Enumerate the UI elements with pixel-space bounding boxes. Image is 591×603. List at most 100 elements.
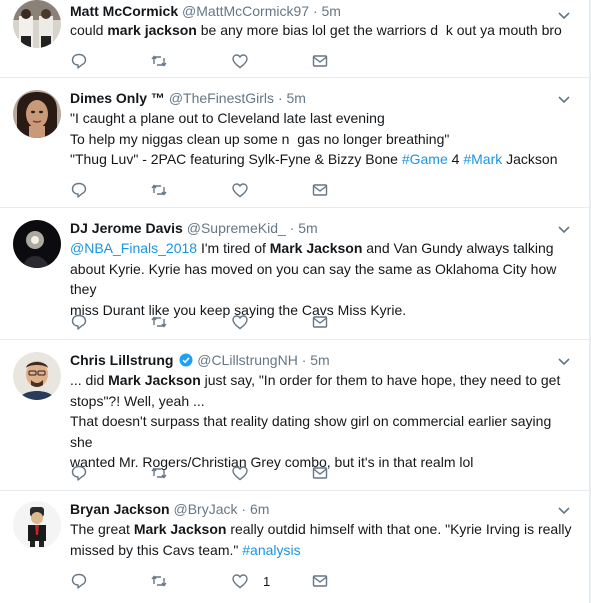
like-button[interactable]: [231, 51, 263, 71]
envelope-icon: [312, 575, 328, 587]
retweet-button[interactable]: [150, 571, 168, 591]
tweet-text: "I caught a plane out to Cleveland late …: [70, 108, 575, 170]
chevron-down-icon[interactable]: [558, 12, 570, 20]
text-span: [438, 22, 446, 38]
text-span: missed by this Cavs team.": [70, 541, 243, 558]
text-span: To help my niggas clean up some n: [70, 130, 290, 147]
display-name[interactable]: DJ Jerome Davis: [70, 220, 183, 236]
tweet[interactable]: Dimes Only ™ @TheFinestGirls · 5m "I cau…: [0, 78, 590, 208]
text-span: stops"?! Well, yeah ...: [70, 392, 205, 409]
timestamp[interactable]: 5m: [322, 3, 341, 19]
heart-icon: [232, 183, 248, 198]
username[interactable]: @TheFinestGirls: [169, 90, 274, 106]
text-span: I'm tired of: [197, 240, 270, 256]
text-line: The great Mark Jackson really outdid him…: [70, 519, 575, 540]
retweet-button[interactable]: [150, 51, 168, 71]
text-line: about Kyrie. Kyrie has moved on you can …: [70, 259, 575, 300]
username[interactable]: @SupremeKid_: [187, 220, 286, 236]
like-button[interactable]: [231, 463, 263, 483]
text-span: about Kyrie. Kyrie has moved on you can …: [70, 260, 557, 298]
separator-dot: ·: [277, 90, 283, 106]
tweet[interactable]: Chris Lillstrung @CLillstrungNH · 5m ...…: [0, 340, 590, 491]
tweet-header: Dimes Only ™ @TheFinestGirls · 5m: [70, 89, 306, 107]
chevron-down-icon[interactable]: [558, 96, 570, 104]
tweet-actions: [70, 51, 370, 71]
text-line: "I caught a plane out to Cleveland late …: [70, 108, 575, 129]
like-button[interactable]: [231, 180, 263, 200]
tweet-actions: 1: [70, 571, 370, 591]
direct-message-button[interactable]: [311, 463, 329, 483]
avatar[interactable]: [13, 90, 61, 138]
reply-button[interactable]: [70, 312, 88, 332]
display-name[interactable]: Dimes Only ™: [70, 90, 165, 106]
reply-button[interactable]: [70, 571, 88, 591]
tweet[interactable]: DJ Jerome Davis @SupremeKid_ · 5m @NBA_F…: [0, 208, 590, 340]
text-span: just say, "In order for them to have hop…: [200, 372, 561, 388]
timestamp[interactable]: 5m: [298, 220, 317, 236]
retweet-button[interactable]: [150, 463, 168, 483]
timestamp[interactable]: 6m: [250, 501, 269, 517]
hashtag-link[interactable]: #Mark: [463, 151, 502, 167]
reply-icon: [71, 53, 87, 69]
retweet-icon: [151, 467, 167, 479]
envelope-icon: [312, 467, 328, 479]
timestamp[interactable]: 5m: [287, 90, 306, 106]
separator-dot: ·: [301, 352, 307, 368]
chevron-down-icon[interactable]: [558, 507, 570, 515]
scrollbar[interactable]: [589, 0, 590, 603]
text-span: could: [70, 22, 108, 38]
hashtag-link[interactable]: #Game: [402, 151, 448, 167]
like-button[interactable]: 1: [231, 571, 270, 591]
reply-button[interactable]: [70, 51, 88, 71]
avatar[interactable]: [13, 352, 61, 400]
heart-icon: [232, 574, 248, 589]
chevron-down-icon[interactable]: [558, 226, 570, 234]
direct-message-button[interactable]: [311, 571, 329, 591]
tweet-feed: Matt McCormick @MattMcCormick97 · 5m cou…: [0, 0, 591, 603]
direct-message-button[interactable]: [311, 312, 329, 332]
mention-link[interactable]: @NBA_Finals_2018: [70, 240, 197, 256]
tweet[interactable]: Bryan Jackson @BryJack · 6m The great Ma…: [0, 491, 590, 603]
display-name[interactable]: Chris Lillstrung: [70, 352, 173, 368]
display-name[interactable]: Bryan Jackson: [70, 501, 170, 517]
hashtag-link[interactable]: #analysis: [242, 542, 300, 558]
retweet-button[interactable]: [150, 180, 168, 200]
avatar[interactable]: [13, 0, 61, 48]
text-line: @NBA_Finals_2018 I'm tired of Mark Jacks…: [70, 238, 575, 259]
username[interactable]: @MattMcCormick97: [182, 3, 309, 19]
heart-icon: [232, 466, 248, 481]
text-line: missed by this Cavs team." #analysis: [70, 540, 575, 561]
text-span: really outdid himself with that one. "Ky…: [226, 521, 572, 537]
tweet-header: Bryan Jackson @BryJack · 6m: [70, 500, 269, 518]
tweet-actions: [70, 463, 370, 483]
tweet-text: @NBA_Finals_2018 I'm tired of Mark Jacks…: [70, 238, 575, 320]
tweet-text: The great Mark Jackson really outdid him…: [70, 519, 575, 560]
like-count: 1: [263, 573, 271, 589]
avatar[interactable]: [13, 220, 61, 268]
text-span: That doesn't surpass that reality dating…: [70, 413, 552, 450]
username[interactable]: @CLillstrungNH: [197, 352, 298, 368]
reply-button[interactable]: [70, 180, 88, 200]
reply-button[interactable]: [70, 463, 88, 483]
heart-icon: [232, 54, 248, 69]
tweet[interactable]: Matt McCormick @MattMcCormick97 · 5m cou…: [0, 0, 590, 78]
reply-icon: [71, 573, 87, 589]
direct-message-button[interactable]: [311, 51, 329, 71]
display-name[interactable]: Matt McCormick: [70, 3, 178, 19]
username[interactable]: @BryJack: [174, 501, 238, 517]
heart-icon: [232, 315, 248, 330]
reply-icon: [71, 465, 87, 481]
envelope-icon: [312, 184, 328, 196]
text-span: "I caught a plane out to Cleveland late …: [70, 110, 385, 126]
separator-dot: ·: [312, 3, 318, 19]
like-button[interactable]: [231, 312, 263, 332]
avatar[interactable]: [13, 501, 61, 549]
retweet-button[interactable]: [150, 312, 168, 332]
text-span: gas no longer breathing": [297, 130, 450, 147]
text-span: Jackson: [502, 151, 558, 167]
direct-message-button[interactable]: [311, 180, 329, 200]
envelope-icon: [312, 55, 328, 67]
chevron-down-icon[interactable]: [558, 358, 570, 366]
timestamp[interactable]: 5m: [310, 352, 329, 368]
text-span: and Van Gundy always talking: [362, 240, 554, 256]
